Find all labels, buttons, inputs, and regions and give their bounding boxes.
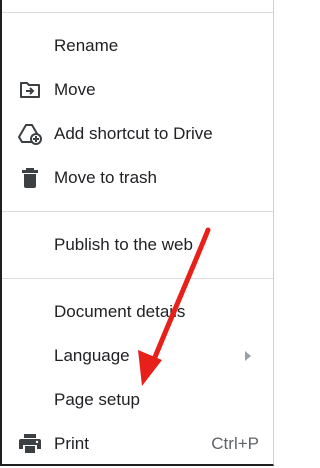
menu-item-label: Page setup [54, 390, 141, 409]
menu-item-label: Publish to the web [54, 235, 193, 254]
menu-item-label: Add shortcut to Drive [54, 124, 213, 143]
menu-item-label: Move to trash [54, 168, 157, 187]
menu-item-label: Language [54, 346, 130, 365]
menu-item-label: Move [54, 80, 96, 99]
move-to-folder-icon [18, 78, 42, 102]
menu-item-document-details[interactable]: Document details [2, 292, 273, 332]
menu-item-label: Print [54, 434, 89, 453]
menu-item-publish-to-web[interactable]: Publish to the web [2, 225, 273, 265]
submenu-arrow-icon [245, 351, 251, 361]
menu-item-rename[interactable]: Rename [2, 26, 273, 66]
menu-item-move-to-trash[interactable]: Move to trash [2, 158, 273, 198]
menu-item-move[interactable]: Move [2, 70, 273, 110]
menu-item-print[interactable]: Print Ctrl+P [2, 424, 273, 464]
menu-item-page-setup[interactable]: Page setup [2, 380, 273, 420]
print-icon [18, 432, 42, 456]
menu-item-label: Document details [54, 302, 186, 321]
add-shortcut-icon [18, 122, 42, 146]
print-shortcut: Ctrl+P [211, 434, 259, 453]
menu-divider [2, 12, 273, 13]
menu-item-language[interactable]: Language [2, 336, 273, 376]
menu-item-label: Rename [54, 36, 119, 55]
menu-item-add-shortcut[interactable]: Add shortcut to Drive [2, 114, 273, 154]
menu-divider [2, 278, 273, 279]
trash-icon [18, 166, 42, 190]
file-menu: Rename Move Add shortcut to Drive Move t… [0, 0, 274, 466]
menu-divider [2, 211, 273, 212]
